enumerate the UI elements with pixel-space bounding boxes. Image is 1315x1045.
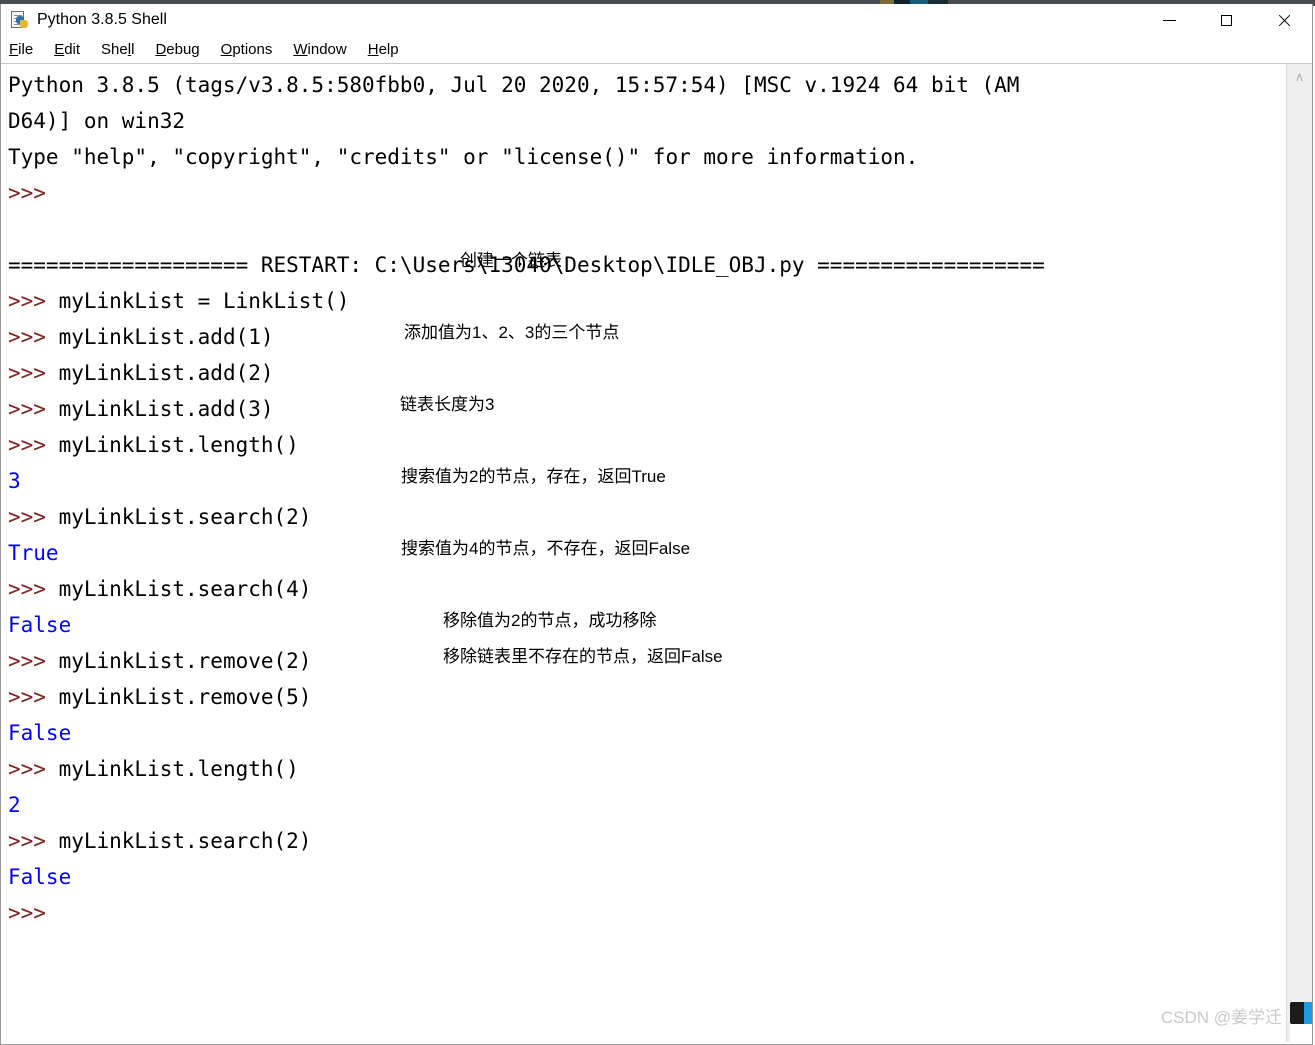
shell-line: >>> myLinkList.length() [8, 427, 1286, 463]
shell-prompt: >>> [8, 325, 59, 349]
close-button[interactable] [1255, 4, 1312, 36]
close-icon [1277, 14, 1290, 27]
minimize-icon [1163, 19, 1176, 21]
shell-command: myLinkList.add(1) [58, 325, 274, 349]
shell-command: myLinkList = LinkList() [58, 289, 350, 313]
shell-command: myLinkList.length() [58, 757, 299, 781]
shell-prompt: >>> [8, 649, 59, 673]
menu-item-shell[interactable]: Shell [101, 42, 134, 57]
shell-line: >>> myLinkList.length() [8, 751, 1286, 787]
shell-line: >>> [8, 895, 1286, 931]
shell-result: True [8, 541, 59, 565]
shell-line: >>> myLinkList.search(2) [8, 499, 1286, 535]
menu-item-debug[interactable]: Debug [155, 42, 199, 57]
shell-prompt: >>> [8, 397, 59, 421]
screen: Python 3.8.5 Shell File Edit Shell Debug Opt… [0, 0, 1315, 1045]
shell-prompt: >>> [8, 829, 59, 853]
vertical-scrollbar[interactable]: ∧ ∨ [1286, 64, 1312, 1042]
shell-command: myLinkList.search(4) [58, 577, 312, 601]
shell-line: >>> myLinkList.add(2) [8, 355, 1286, 391]
shell-line: Type "help", "copyright", "credits" or "… [8, 139, 1286, 175]
shell-line: >>> myLinkList.search(2) [8, 823, 1286, 859]
shell-command: myLinkList.remove(5) [58, 685, 312, 709]
taskbar-chip-blue [1304, 1002, 1312, 1024]
code-annotation: 搜索值为4的节点，不存在，返回False [401, 539, 691, 558]
menu-item-window[interactable]: Window [293, 42, 346, 57]
shell-prompt: >>> [8, 901, 59, 925]
shell-prompt: >>> [8, 289, 59, 313]
shell-prompt: >>> [8, 685, 59, 709]
maximize-button[interactable] [1198, 4, 1255, 36]
shell-command: myLinkList.length() [58, 433, 299, 457]
shell-prompt: >>> [8, 433, 59, 457]
shell-line: >>> myLinkList.search(4) [8, 571, 1286, 607]
shell-line: False [8, 715, 1286, 751]
shell-prompt: >>> [8, 505, 59, 529]
maximize-icon [1221, 14, 1232, 26]
shell-result: False [8, 613, 72, 637]
python-shell-window: Python 3.8.5 Shell File Edit Shell Debug Opt… [0, 4, 1313, 1045]
shell-banner: D64)] on win32 [8, 109, 186, 133]
code-annotation: 创建一个链表 [460, 251, 562, 270]
shell-prompt: >>> [8, 361, 59, 385]
shell-command: myLinkList.search(2) [58, 829, 312, 853]
shell-result: 3 [8, 469, 21, 493]
scroll-up-arrow-icon[interactable]: ∧ [1287, 66, 1312, 88]
shell-line: >>> myLinkList.remove(5) [8, 679, 1286, 715]
shell-command: myLinkList.remove(2) [58, 649, 312, 673]
shell-line: =================== RESTART: C:\Users\13… [8, 247, 1286, 283]
minimize-button[interactable] [1141, 4, 1198, 36]
shell-command: myLinkList.add(2) [58, 361, 274, 385]
shell-line: Python 3.8.5 (tags/v3.8.5:580fbb0, Jul 2… [8, 67, 1286, 103]
title-bar: Python 3.8.5 Shell [1, 4, 1312, 36]
shell-result: False [8, 865, 72, 889]
shell-command: myLinkList.search(2) [58, 505, 312, 529]
shell-banner: Type "help", "copyright", "credits" or "… [8, 145, 919, 169]
shell-line: >>> myLinkList = LinkList() [8, 283, 1286, 319]
menu-item-options[interactable]: Options [221, 42, 273, 57]
shell-banner: Python 3.8.5 (tags/v3.8.5:580fbb0, Jul 2… [8, 73, 1020, 97]
shell-line: D64)] on win32 [8, 103, 1286, 139]
shell-line: >>> [8, 175, 1286, 211]
menu-item-edit[interactable]: Edit [54, 42, 80, 57]
window-controls [1141, 4, 1312, 36]
shell-area: Python 3.8.5 (tags/v3.8.5:580fbb0, Jul 2… [1, 64, 1312, 1042]
shell-result: 2 [8, 793, 21, 817]
taskbar-bleed [1290, 1002, 1312, 1042]
code-annotation: 移除链表里不存在的节点，返回False [443, 647, 723, 666]
shell-line: 2 [8, 787, 1286, 823]
shell-prompt: >>> [8, 757, 59, 781]
shell-command: myLinkList.add(3) [58, 397, 274, 421]
python-idle-icon [10, 10, 30, 30]
menu-bar: File Edit Shell Debug Options Window Help [1, 36, 1312, 64]
code-annotation: 链表长度为3 [400, 395, 495, 414]
code-annotation: 添加值为1、2、3的三个节点 [404, 323, 620, 342]
shell-prompt: >>> [8, 577, 59, 601]
menu-item-file[interactable]: File [9, 42, 33, 57]
window-title: Python 3.8.5 Shell [37, 11, 167, 28]
menu-item-help[interactable]: Help [368, 42, 399, 57]
shell-line: >>> myLinkList.add(3) [8, 391, 1286, 427]
code-annotation: 移除值为2的节点，成功移除 [443, 611, 657, 630]
shell-prompt: >>> [8, 181, 59, 205]
csdn-watermark: CSDN @姜学迁 [1160, 1008, 1282, 1027]
shell-line: False [8, 859, 1286, 895]
code-annotation: 搜索值为2的节点，存在，返回True [401, 467, 666, 486]
shell-line: >>> myLinkList.add(1) [8, 319, 1286, 355]
shell-result: False [8, 721, 72, 745]
